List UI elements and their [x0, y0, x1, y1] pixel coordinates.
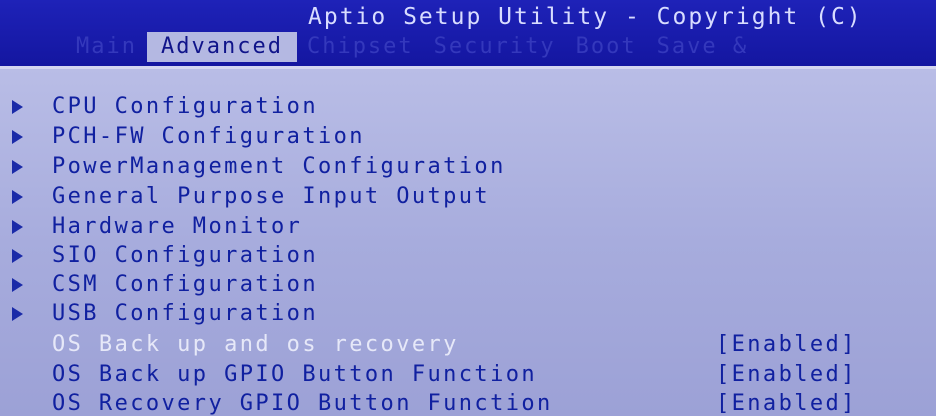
- setting-label: OS Back up and os recovery: [52, 332, 459, 357]
- submenu-label: PCH-FW Configuration: [52, 124, 365, 149]
- tab-boot[interactable]: Boot: [566, 32, 647, 62]
- submenu-arrow-icon: [12, 130, 23, 144]
- submenu-arrow-icon: [12, 160, 23, 174]
- bios-header: Aptio Setup Utility - Copyright (C) Main…: [0, 0, 936, 66]
- submenu-arrow-icon: [12, 249, 23, 263]
- tab-advanced[interactable]: Advanced: [146, 32, 297, 62]
- tab-main[interactable]: Main: [66, 32, 147, 62]
- setting-os-backup-recovery[interactable]: OS Back up and os recovery [Enabled]: [0, 331, 936, 359]
- submenu-usb-configuration[interactable]: USB Configuration: [0, 300, 936, 328]
- submenu-arrow-icon: [12, 278, 23, 292]
- submenu-arrow-icon: [12, 100, 23, 114]
- submenu-label: USB Configuration: [52, 301, 318, 326]
- setting-value[interactable]: [Enabled]: [716, 390, 857, 416]
- tab-security[interactable]: Security: [424, 32, 566, 62]
- submenu-arrow-icon: [12, 307, 23, 321]
- window-title: Aptio Setup Utility - Copyright (C): [308, 4, 863, 30]
- submenu-cpu-configuration[interactable]: CPU Configuration: [0, 93, 936, 121]
- setting-value[interactable]: [Enabled]: [716, 331, 857, 359]
- setting-label: OS Recovery GPIO Button Function: [52, 391, 553, 416]
- submenu-hardware-monitor[interactable]: Hardware Monitor: [0, 213, 936, 241]
- submenu-pch-fw-configuration[interactable]: PCH-FW Configuration: [0, 123, 936, 151]
- tab-save-exit[interactable]: Save &: [647, 32, 758, 62]
- submenu-sio-configuration[interactable]: SIO Configuration: [0, 242, 936, 270]
- advanced-menu-panel: CPU Configuration PCH-FW Configuration P…: [0, 66, 936, 416]
- submenu-label: CPU Configuration: [52, 94, 318, 119]
- setting-os-backup-gpio-button[interactable]: OS Back up GPIO Button Function [Enabled…: [0, 361, 936, 389]
- setting-label: OS Back up GPIO Button Function: [52, 362, 537, 387]
- submenu-label: PowerManagement Configuration: [52, 154, 506, 179]
- bios-screen: Aptio Setup Utility - Copyright (C) Main…: [0, 0, 936, 416]
- submenu-csm-configuration[interactable]: CSM Configuration: [0, 271, 936, 299]
- submenu-arrow-icon: [12, 220, 23, 234]
- submenu-label: SIO Configuration: [52, 243, 318, 268]
- submenu-power-management-configuration[interactable]: PowerManagement Configuration: [0, 153, 936, 181]
- submenu-general-purpose-input-output[interactable]: General Purpose Input Output: [0, 183, 936, 211]
- submenu-label: General Purpose Input Output: [52, 184, 491, 209]
- submenu-label: Hardware Monitor: [52, 214, 303, 239]
- submenu-arrow-icon: [12, 190, 23, 204]
- tab-chipset[interactable]: Chipset: [297, 32, 424, 62]
- tab-bar: Main Advanced Chipset Security Boot Save…: [66, 32, 758, 62]
- setting-os-recovery-gpio-button[interactable]: OS Recovery GPIO Button Function [Enable…: [0, 390, 936, 416]
- setting-value[interactable]: [Enabled]: [716, 361, 857, 389]
- submenu-label: CSM Configuration: [52, 272, 318, 297]
